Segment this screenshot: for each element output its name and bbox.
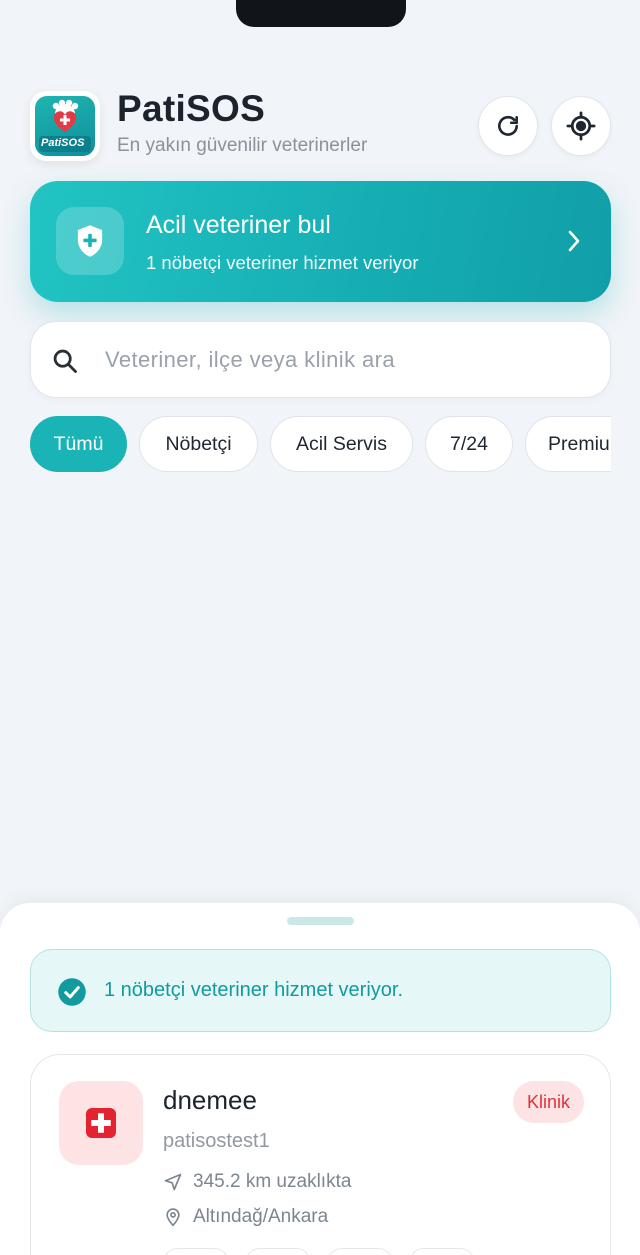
- on-duty-notice: 1 nöbetçi veteriner hizmet veriyor.: [30, 949, 611, 1032]
- app-title: PatiSOS: [117, 88, 266, 129]
- crosshair-icon: [566, 111, 596, 141]
- sheet-drag-handle[interactable]: [287, 917, 354, 925]
- navigation-arrow-icon: [164, 1173, 182, 1191]
- shield-plus-icon: [56, 207, 124, 275]
- location-text: Altındağ/Ankara: [193, 1206, 329, 1227]
- clinic-thumbnail: [59, 1081, 143, 1165]
- medical-cross-icon: [86, 1108, 116, 1138]
- emergency-vet-banner[interactable]: Acil veteriner bul 1 nöbetçi veteriner h…: [30, 181, 611, 302]
- feature-chip: [245, 1248, 311, 1255]
- app-subtitle: En yakın güvenilir veterinerler: [117, 135, 368, 156]
- vet-owner: patisostest1: [163, 1130, 270, 1152]
- refresh-icon: [498, 115, 518, 136]
- check-circle-icon: [58, 978, 86, 1006]
- clinic-type-badge: Klinik: [512, 1081, 584, 1123]
- vet-name: dnemee: [163, 1085, 257, 1115]
- feature-chip: [163, 1248, 229, 1255]
- search-icon: [53, 349, 77, 373]
- distance-text: 345.2 km uzaklıkta: [193, 1171, 352, 1192]
- emergency-subtitle: 1 nöbetçi veteriner hizmet veriyor: [146, 252, 419, 273]
- location-row: Altındağ/Ankara: [163, 1206, 328, 1228]
- app-logo: PatiSOS: [30, 91, 100, 161]
- search-input[interactable]: [105, 340, 585, 380]
- filter-chips: Tümü Nöbetçi Acil Servis 7/24 Premium: [30, 416, 611, 474]
- filter-chip-emergency[interactable]: Acil Servis: [270, 416, 413, 472]
- distance-row: 345.2 km uzaklıkta: [163, 1171, 351, 1193]
- feature-chip: [409, 1248, 475, 1255]
- paw-heart-logo-icon: PatiSOS: [35, 96, 95, 156]
- filter-chip-all[interactable]: Tümü: [30, 416, 127, 472]
- chevron-right-icon: [568, 230, 580, 252]
- results-bottom-sheet[interactable]: 1 nöbetçi veteriner hizmet veriyor. dnem…: [0, 903, 640, 1255]
- vet-result-card[interactable]: dnemee patisostest1 345.2 km uzaklıkta A…: [30, 1054, 611, 1255]
- emergency-title: Acil veteriner bul: [146, 211, 331, 239]
- notice-text: 1 nöbetçi veteriner hizmet veriyor.: [104, 979, 404, 1001]
- filter-chip-premium[interactable]: Premium: [525, 416, 611, 472]
- filter-chip-on-duty[interactable]: Nöbetçi: [139, 416, 258, 472]
- logo-text: PatiSOS: [41, 137, 85, 149]
- filter-chip-24-7[interactable]: 7/24: [425, 416, 513, 472]
- search-bar[interactable]: [30, 321, 611, 398]
- map-pin-icon: [166, 1208, 180, 1227]
- refresh-button[interactable]: [478, 96, 538, 156]
- device-notch: [236, 0, 406, 27]
- feature-chip: [327, 1248, 393, 1255]
- locate-button[interactable]: [551, 96, 611, 156]
